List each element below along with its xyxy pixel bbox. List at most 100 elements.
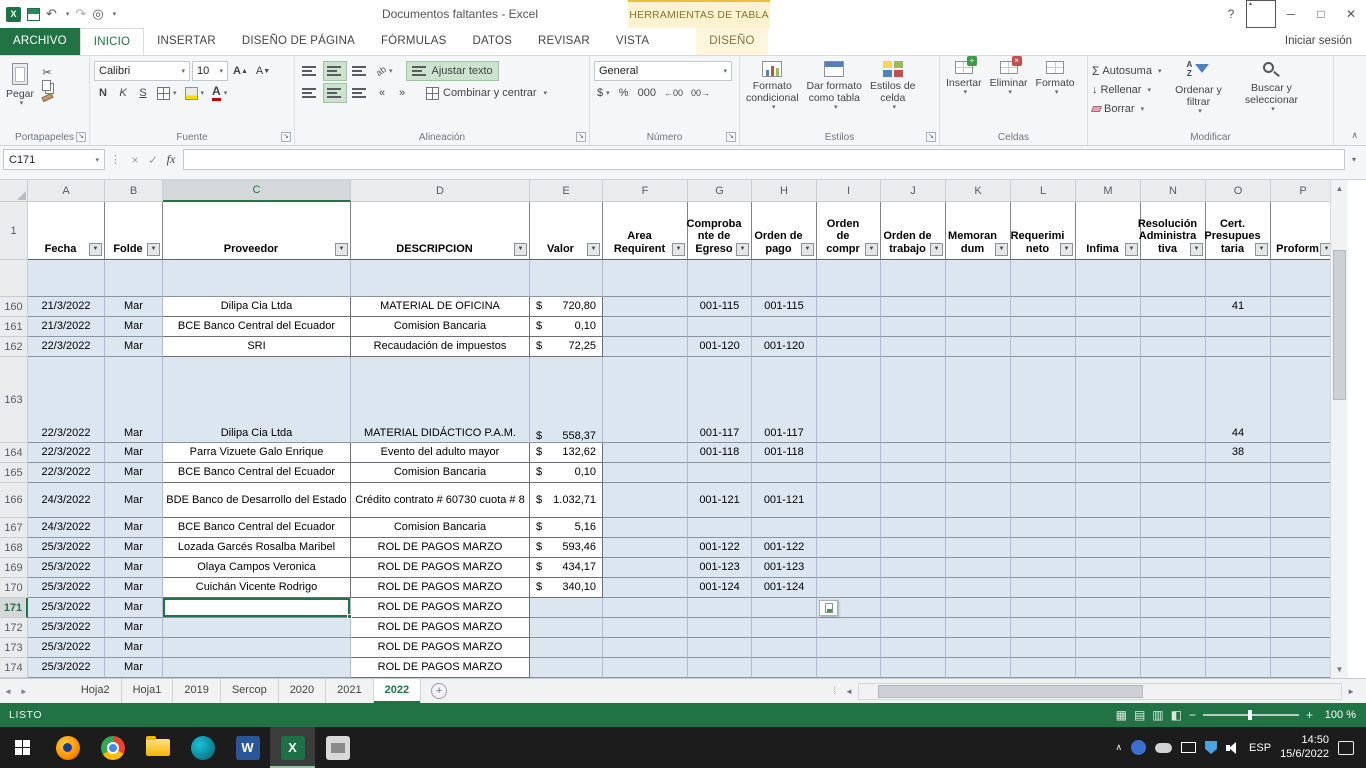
cell-G164[interactable]: 001-118 bbox=[688, 443, 752, 463]
cell-P174[interactable] bbox=[1271, 658, 1336, 678]
cell-E162[interactable]: $72,25 bbox=[530, 337, 603, 357]
cell-O171[interactable] bbox=[1206, 598, 1271, 618]
cell-D168[interactable]: ROL DE PAGOS MARZO bbox=[351, 538, 530, 558]
cell-P170[interactable] bbox=[1271, 578, 1336, 598]
cell-K161[interactable] bbox=[946, 317, 1011, 337]
column-header-A[interactable]: Fecha▼ bbox=[28, 202, 105, 260]
cell-C174[interactable] bbox=[163, 658, 351, 678]
cell-K171[interactable] bbox=[946, 598, 1011, 618]
cell-N[interactable] bbox=[1141, 260, 1206, 297]
cell-B[interactable] bbox=[105, 260, 163, 297]
ribbon-tab-formulas[interactable]: FÓRMULAS bbox=[368, 28, 460, 55]
cell-O163[interactable]: 44 bbox=[1206, 357, 1271, 443]
percent-format-button[interactable]: % bbox=[615, 83, 633, 103]
cell-I161[interactable] bbox=[817, 317, 881, 337]
undo-icon[interactable]: ↶ bbox=[46, 6, 57, 22]
cell-K[interactable] bbox=[946, 260, 1011, 297]
top-align-button[interactable] bbox=[299, 61, 321, 81]
row-header-1[interactable]: 1 bbox=[0, 202, 28, 260]
cell-A161[interactable]: 21/3/2022 bbox=[28, 317, 105, 337]
cell-P161[interactable] bbox=[1271, 317, 1336, 337]
cell-L168[interactable] bbox=[1011, 538, 1076, 558]
cell-C167[interactable]: BCE Banco Central del Ecuador bbox=[163, 518, 351, 538]
row-header-171[interactable]: 171 bbox=[0, 598, 28, 618]
cell-K174[interactable] bbox=[946, 658, 1011, 678]
cell-A168[interactable]: 25/3/2022 bbox=[28, 538, 105, 558]
cell-G173[interactable] bbox=[688, 638, 752, 658]
filter-button-K[interactable]: ▼ bbox=[995, 243, 1008, 256]
cell-F164[interactable] bbox=[603, 443, 688, 463]
cell-J171[interactable] bbox=[881, 598, 946, 618]
cell-I164[interactable] bbox=[817, 443, 881, 463]
column-header-D[interactable]: DESCRIPCION▼ bbox=[351, 202, 530, 260]
alignment-dialog-launcher[interactable]: ↘ bbox=[576, 132, 586, 142]
cell-H174[interactable] bbox=[752, 658, 817, 678]
cell-styles-button[interactable]: Estilos de celda ▾ bbox=[866, 59, 920, 114]
number-dialog-launcher[interactable]: ↘ bbox=[726, 132, 736, 142]
cell-J163[interactable] bbox=[881, 357, 946, 443]
cell-H172[interactable] bbox=[752, 618, 817, 638]
cell-H160[interactable]: 001-115 bbox=[752, 297, 817, 317]
cell-O168[interactable] bbox=[1206, 538, 1271, 558]
cell-F169[interactable] bbox=[603, 558, 688, 578]
cell-H171[interactable] bbox=[752, 598, 817, 618]
cell-C164[interactable]: Parra Vizuete Galo Enrique bbox=[163, 443, 351, 463]
column-letter-N[interactable]: N bbox=[1141, 180, 1206, 202]
column-letter-M[interactable]: M bbox=[1076, 180, 1141, 202]
increase-decimal-button[interactable]: ←00 bbox=[661, 83, 686, 103]
filter-button-A[interactable]: ▼ bbox=[89, 243, 102, 256]
cell-A174[interactable]: 25/3/2022 bbox=[28, 658, 105, 678]
cell-L169[interactable] bbox=[1011, 558, 1076, 578]
cell-M170[interactable] bbox=[1076, 578, 1141, 598]
cell-A172[interactable]: 25/3/2022 bbox=[28, 618, 105, 638]
cell-A[interactable] bbox=[28, 260, 105, 297]
horizontal-scrollbar-thumb[interactable] bbox=[878, 685, 1143, 698]
ribbon-tab-archivo[interactable]: ARCHIVO bbox=[0, 28, 80, 55]
cell-H[interactable] bbox=[752, 260, 817, 297]
clock[interactable]: 14:50 15/6/2022 bbox=[1280, 734, 1329, 762]
scroll-down-icon[interactable]: ▼ bbox=[1331, 661, 1348, 678]
clipboard-dialog-launcher[interactable]: ↘ bbox=[76, 132, 86, 142]
filter-button-M[interactable]: ▼ bbox=[1125, 243, 1138, 256]
cell-C166[interactable]: BDE Banco de Desarrollo del Estado bbox=[163, 483, 351, 518]
cell-F165[interactable] bbox=[603, 463, 688, 483]
cell-G167[interactable] bbox=[688, 518, 752, 538]
cell-G162[interactable]: 001-120 bbox=[688, 337, 752, 357]
cell-P162[interactable] bbox=[1271, 337, 1336, 357]
cell-M161[interactable] bbox=[1076, 317, 1141, 337]
column-letter-P[interactable]: P bbox=[1271, 180, 1336, 202]
column-letter-C[interactable]: C bbox=[163, 180, 351, 202]
cell-I160[interactable] bbox=[817, 297, 881, 317]
cell-D169[interactable]: ROL DE PAGOS MARZO bbox=[351, 558, 530, 578]
touch-mode-icon[interactable]: ◎ bbox=[92, 6, 103, 22]
cell-E174[interactable] bbox=[530, 658, 603, 678]
page-layout-view-icon[interactable]: ▥ bbox=[1152, 708, 1163, 722]
cell-B173[interactable]: Mar bbox=[105, 638, 163, 658]
decrease-decimal-button[interactable]: 00→ bbox=[688, 83, 713, 103]
new-sheet-button[interactable]: + bbox=[431, 683, 447, 699]
cell-E163[interactable]: $558,37 bbox=[530, 357, 603, 443]
cell-B172[interactable]: Mar bbox=[105, 618, 163, 638]
row-header-163[interactable]: 163 bbox=[0, 357, 28, 443]
cell-G166[interactable]: 001-121 bbox=[688, 483, 752, 518]
cell-N166[interactable] bbox=[1141, 483, 1206, 518]
column-letter-A[interactable]: A bbox=[28, 180, 105, 202]
cell-O160[interactable]: 41 bbox=[1206, 297, 1271, 317]
italic-button[interactable]: K bbox=[114, 83, 132, 103]
cell-A167[interactable]: 24/3/2022 bbox=[28, 518, 105, 538]
row-header-173[interactable]: 173 bbox=[0, 638, 28, 658]
cell-I170[interactable] bbox=[817, 578, 881, 598]
cell-D[interactable] bbox=[351, 260, 530, 297]
name-box[interactable]: C171▾ bbox=[3, 149, 105, 170]
cell-J161[interactable] bbox=[881, 317, 946, 337]
cell-G168[interactable]: 001-122 bbox=[688, 538, 752, 558]
cell-L173[interactable] bbox=[1011, 638, 1076, 658]
column-header-I[interactable]: Orden de compr▼ bbox=[817, 202, 881, 260]
cell-A166[interactable]: 24/3/2022 bbox=[28, 483, 105, 518]
cell-B164[interactable]: Mar bbox=[105, 443, 163, 463]
merge-center-button[interactable]: Combinar y centrar▾ bbox=[421, 83, 552, 103]
cell-H165[interactable] bbox=[752, 463, 817, 483]
cell-G[interactable] bbox=[688, 260, 752, 297]
cell-B169[interactable]: Mar bbox=[105, 558, 163, 578]
language-indicator[interactable]: ESP bbox=[1249, 742, 1271, 754]
